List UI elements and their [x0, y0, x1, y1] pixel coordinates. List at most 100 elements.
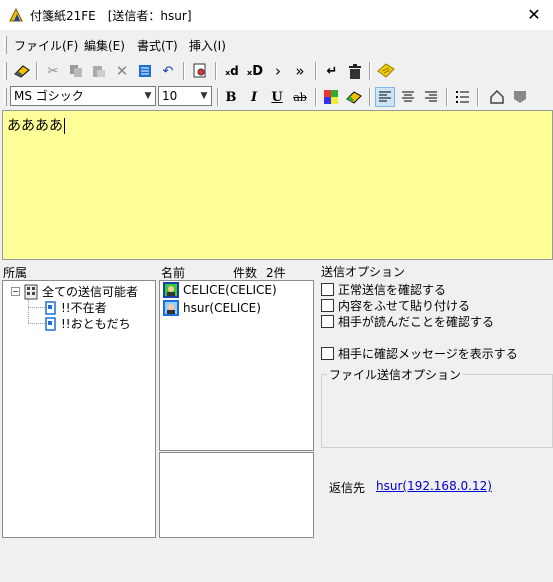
- title-bar: 付箋紙21FE [送信者：hsur] ✕: [0, 0, 553, 30]
- count-column-header: 件数: [233, 266, 258, 280]
- toolbar-grip[interactable]: [4, 62, 7, 80]
- list-item[interactable]: hsur(CELICE): [163, 300, 261, 316]
- door-icon: [45, 316, 56, 331]
- checkbox-box[interactable]: [321, 347, 334, 360]
- tree-root-label: 全ての送信可能者: [42, 285, 139, 299]
- select-all-icon[interactable]: [135, 61, 155, 81]
- menu-insert[interactable]: 挿入(I): [189, 37, 226, 54]
- format-toolbar-grip[interactable]: [4, 88, 7, 106]
- tree-item-friends[interactable]: !!おともだち: [45, 315, 131, 332]
- strikethrough-button[interactable]: ab: [290, 87, 310, 107]
- eraser-icon[interactable]: [12, 61, 32, 81]
- toolbar-separator: [217, 88, 219, 106]
- reply-to-label: 返信先: [329, 481, 366, 495]
- file-send-options-group: [321, 374, 553, 448]
- home-icon[interactable]: [487, 87, 507, 107]
- forward-icon[interactable]: ›: [268, 61, 288, 81]
- editor-text: ああああ: [7, 118, 63, 134]
- show-confirm-message-checkbox[interactable]: 相手に確認メッセージを表示する: [321, 345, 518, 362]
- wrap-icon[interactable]: ↵: [322, 61, 342, 81]
- underline-button[interactable]: U: [267, 87, 287, 107]
- message-editor[interactable]: ああああ: [2, 110, 553, 260]
- chevron-down-icon: ▼: [144, 91, 152, 101]
- text-caret: [64, 118, 65, 134]
- send-options-heading: 送信オプション: [321, 265, 406, 279]
- bullet-list-icon[interactable]: [452, 87, 472, 107]
- window-title: 付箋紙21FE [送信者：hsur]: [30, 9, 192, 23]
- font-size-select[interactable]: 10 ▼: [158, 86, 212, 106]
- menu-file[interactable]: ファイル(F): [14, 37, 78, 54]
- main-toolbar: ✂ ✕ ↶ ₓd ₓD › » ↵: [0, 58, 553, 84]
- undo-icon[interactable]: ↶: [158, 61, 178, 81]
- delete-icon[interactable]: ✕: [112, 61, 132, 81]
- recipient-list[interactable]: CELICE(CELICE) hsur(CELICE): [159, 280, 314, 451]
- hide-content-checkbox[interactable]: 内容をふせて貼り付ける: [321, 297, 470, 314]
- user-avatar-icon: [163, 282, 179, 298]
- italic-button[interactable]: I: [244, 87, 264, 107]
- checkbox-box[interactable]: [321, 283, 334, 296]
- toolbar-separator: [315, 88, 317, 106]
- attachment-list[interactable]: [159, 452, 314, 538]
- toolbar-separator: [446, 88, 448, 106]
- trash-icon[interactable]: [345, 61, 365, 81]
- menu-format[interactable]: 書式(T): [137, 37, 178, 54]
- count-value: 2件: [266, 266, 286, 280]
- font-size-value: 10: [162, 89, 178, 103]
- building-icon: [24, 284, 38, 299]
- checkbox-label: 相手が読んだことを確認する: [338, 315, 495, 329]
- copy-icon[interactable]: [66, 61, 86, 81]
- list-item[interactable]: CELICE(CELICE): [163, 282, 277, 298]
- tree-connector: [28, 323, 45, 324]
- toolbar-separator: [36, 62, 38, 80]
- menubar-grip[interactable]: [4, 36, 7, 54]
- color-palette-icon[interactable]: [321, 87, 341, 107]
- toolbar-separator: [369, 88, 371, 106]
- shield-icon[interactable]: [510, 87, 530, 107]
- next-note-icon[interactable]: ₓD: [245, 61, 265, 81]
- cut-icon[interactable]: ✂: [43, 61, 63, 81]
- font-name-select[interactable]: MS ゴシック ▼: [10, 86, 156, 106]
- collapse-toggle[interactable]: −: [11, 287, 20, 296]
- checkbox-label: 内容をふせて貼り付ける: [338, 299, 471, 313]
- format-toolbar: MS ゴシック ▼ 10 ▼ B I U ab: [0, 84, 553, 110]
- checkbox-label: 相手に確認メッセージを表示する: [338, 347, 518, 361]
- menu-bar: ファイル(F) 編集(E) 書式(T) 挿入(I): [0, 34, 553, 56]
- recipient-name: CELICE(CELICE): [183, 283, 277, 297]
- affiliation-tree[interactable]: − 全ての送信可能者 !!不在者 !!おともだち: [2, 280, 156, 538]
- fast-forward-icon[interactable]: »: [290, 61, 310, 81]
- align-left-icon[interactable]: [375, 87, 395, 107]
- toolbar-separator: [369, 62, 371, 80]
- sticky-note-icon[interactable]: [376, 61, 396, 81]
- paste-icon[interactable]: [89, 61, 109, 81]
- preview-icon[interactable]: [190, 61, 210, 81]
- toolbar-separator: [315, 62, 317, 80]
- tree-item-label: !!おともだち: [61, 317, 131, 331]
- confirm-delivery-checkbox[interactable]: 正常送信を確認する: [321, 281, 446, 298]
- door-icon: [45, 300, 56, 315]
- bold-button[interactable]: B: [221, 87, 241, 107]
- recipient-name: hsur(CELICE): [183, 301, 261, 315]
- tree-connector: [28, 307, 45, 308]
- app-icon: [9, 7, 23, 22]
- toolbar-separator: [183, 62, 185, 80]
- toolbar-separator: [215, 62, 217, 80]
- tree-item-absent[interactable]: !!不在者: [45, 299, 107, 316]
- tree-item-label: !!不在者: [61, 301, 107, 315]
- align-center-icon[interactable]: [398, 87, 418, 107]
- tree-connector: [28, 299, 29, 323]
- tree-root-item[interactable]: − 全ての送信可能者: [11, 283, 138, 300]
- affiliation-heading: 所属: [3, 266, 28, 280]
- menu-edit[interactable]: 編集(E): [84, 37, 125, 54]
- toolbar-separator: [477, 88, 479, 106]
- highlight-eraser-icon[interactable]: [344, 87, 364, 107]
- checkbox-box[interactable]: [321, 315, 334, 328]
- align-right-icon[interactable]: [421, 87, 441, 107]
- font-name-value: MS ゴシック: [14, 89, 84, 103]
- read-receipt-checkbox[interactable]: 相手が読んだことを確認する: [321, 313, 494, 330]
- checkbox-box[interactable]: [321, 299, 334, 312]
- reply-to-address-link[interactable]: hsur(192.168.0.12): [376, 479, 492, 493]
- user-avatar-icon: [163, 300, 179, 316]
- name-column-header: 名前: [161, 266, 186, 280]
- close-button[interactable]: ✕: [520, 4, 548, 26]
- prev-note-icon[interactable]: ₓd: [222, 61, 242, 81]
